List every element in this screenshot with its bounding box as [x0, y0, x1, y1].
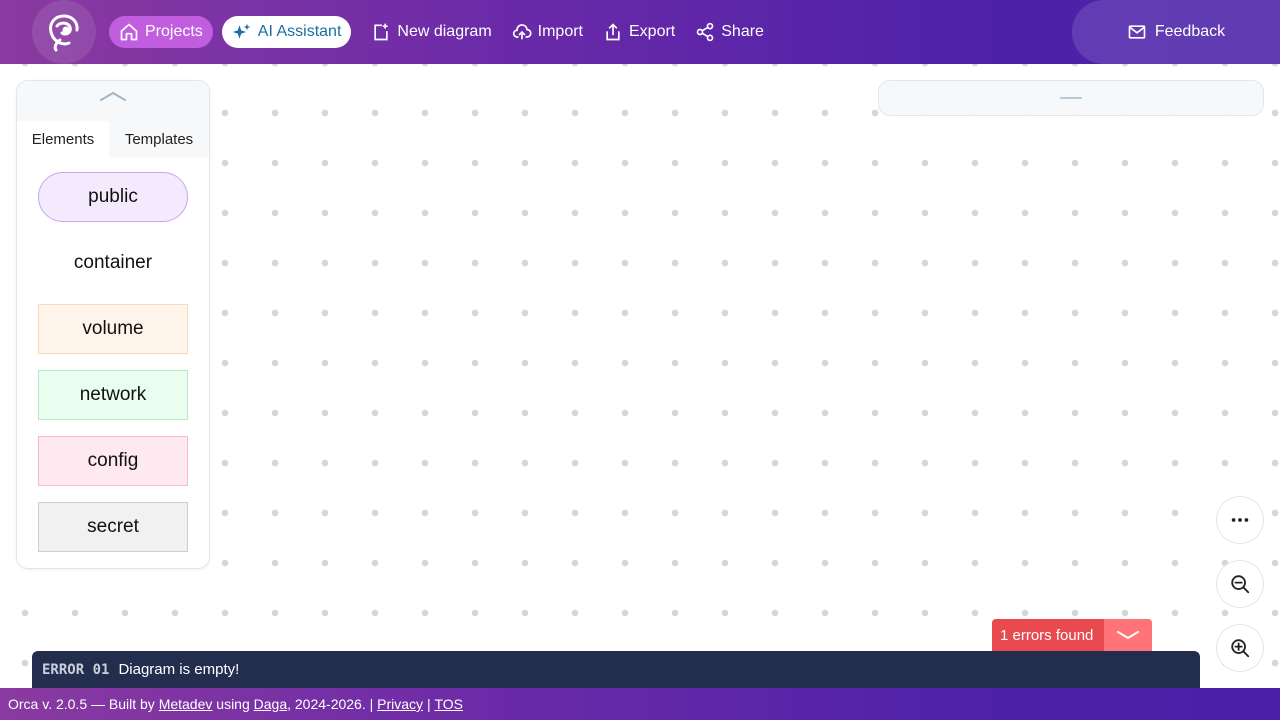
share-button[interactable]: Share: [685, 16, 774, 48]
zoom-in-icon: [1231, 639, 1250, 658]
error-list: ERROR 01 Diagram is empty!: [32, 651, 1200, 688]
error-code: ERROR 01: [42, 661, 110, 678]
palette-tabs: Elements Templates: [17, 121, 209, 157]
export-icon: [606, 23, 620, 41]
daga-link[interactable]: Daga: [254, 696, 287, 712]
new-diagram-button[interactable]: New diagram: [361, 16, 501, 48]
orca-logo-icon[interactable]: [32, 0, 96, 64]
palette-item-container[interactable]: container: [38, 238, 188, 288]
footer-years: , 2024-2026. |: [287, 696, 378, 712]
more-options-button[interactable]: [1216, 496, 1264, 544]
tab-templates[interactable]: Templates: [109, 121, 209, 157]
errors-toggle-button[interactable]: [1104, 619, 1152, 651]
new-file-icon: [374, 23, 389, 41]
palette-item-public[interactable]: public: [38, 172, 188, 222]
footer: Orca v. 2.0.5 — Built by Metadev using D…: [0, 688, 1280, 720]
export-button[interactable]: Export: [593, 16, 685, 48]
top-bar: Projects AI Assistant New diagram Import…: [0, 0, 1280, 64]
ai-assistant-label: AI Assistant: [257, 23, 342, 40]
share-label: Share: [721, 23, 764, 40]
share-icon: [696, 22, 714, 42]
errors-summary: 1 errors found: [1000, 626, 1094, 644]
main-nav: Projects AI Assistant New diagram Import…: [109, 16, 774, 48]
panel-handle-icon[interactable]: [1060, 97, 1082, 99]
palette-item-network[interactable]: network: [38, 370, 188, 420]
footer-using: using: [212, 696, 254, 712]
zoom-in-button[interactable]: [1216, 624, 1264, 672]
home-icon: [120, 23, 138, 41]
metadev-link[interactable]: Metadev: [159, 696, 213, 712]
chevron-down-icon: [1117, 631, 1139, 640]
palette-item-secret[interactable]: secret: [38, 502, 188, 552]
error-message: Diagram is empty!: [118, 661, 240, 678]
properties-panel-collapsed[interactable]: [878, 80, 1264, 116]
feedback-label: Feedback: [1154, 23, 1226, 40]
new-diagram-label: New diagram: [397, 23, 492, 40]
palette-collapse-button[interactable]: [17, 81, 209, 121]
zoom-out-button[interactable]: [1216, 560, 1264, 608]
export-label: Export: [629, 23, 676, 40]
tab-elements[interactable]: Elements: [17, 121, 109, 157]
import-button[interactable]: Import: [502, 16, 593, 48]
feedback-button[interactable]: Feedback: [1072, 0, 1280, 64]
palette-item-config[interactable]: config: [38, 436, 188, 486]
projects-label: Projects: [145, 23, 203, 40]
palette-item-volume[interactable]: volume: [38, 304, 188, 354]
footer-prefix: Orca v. 2.0.5 — Built by: [8, 696, 159, 712]
ai-assistant-button[interactable]: AI Assistant: [221, 16, 352, 48]
tos-link[interactable]: TOS: [434, 696, 463, 712]
element-palette: Elements Templates public container volu…: [16, 80, 210, 569]
zoom-out-icon: [1231, 575, 1250, 594]
cloud-upload-icon: [512, 24, 532, 40]
palette-elements: public container volume network config s…: [17, 157, 209, 552]
sparkle-icon: [232, 23, 251, 39]
chevron-up-icon: [100, 91, 126, 101]
projects-button[interactable]: Projects: [109, 16, 213, 48]
privacy-link[interactable]: Privacy: [377, 696, 423, 712]
import-label: Import: [537, 23, 583, 40]
footer-separator: |: [423, 696, 435, 712]
mail-icon: [1128, 25, 1146, 39]
errors-badge: 1 errors found: [992, 619, 1152, 651]
more-horizontal-icon: [1231, 518, 1249, 522]
